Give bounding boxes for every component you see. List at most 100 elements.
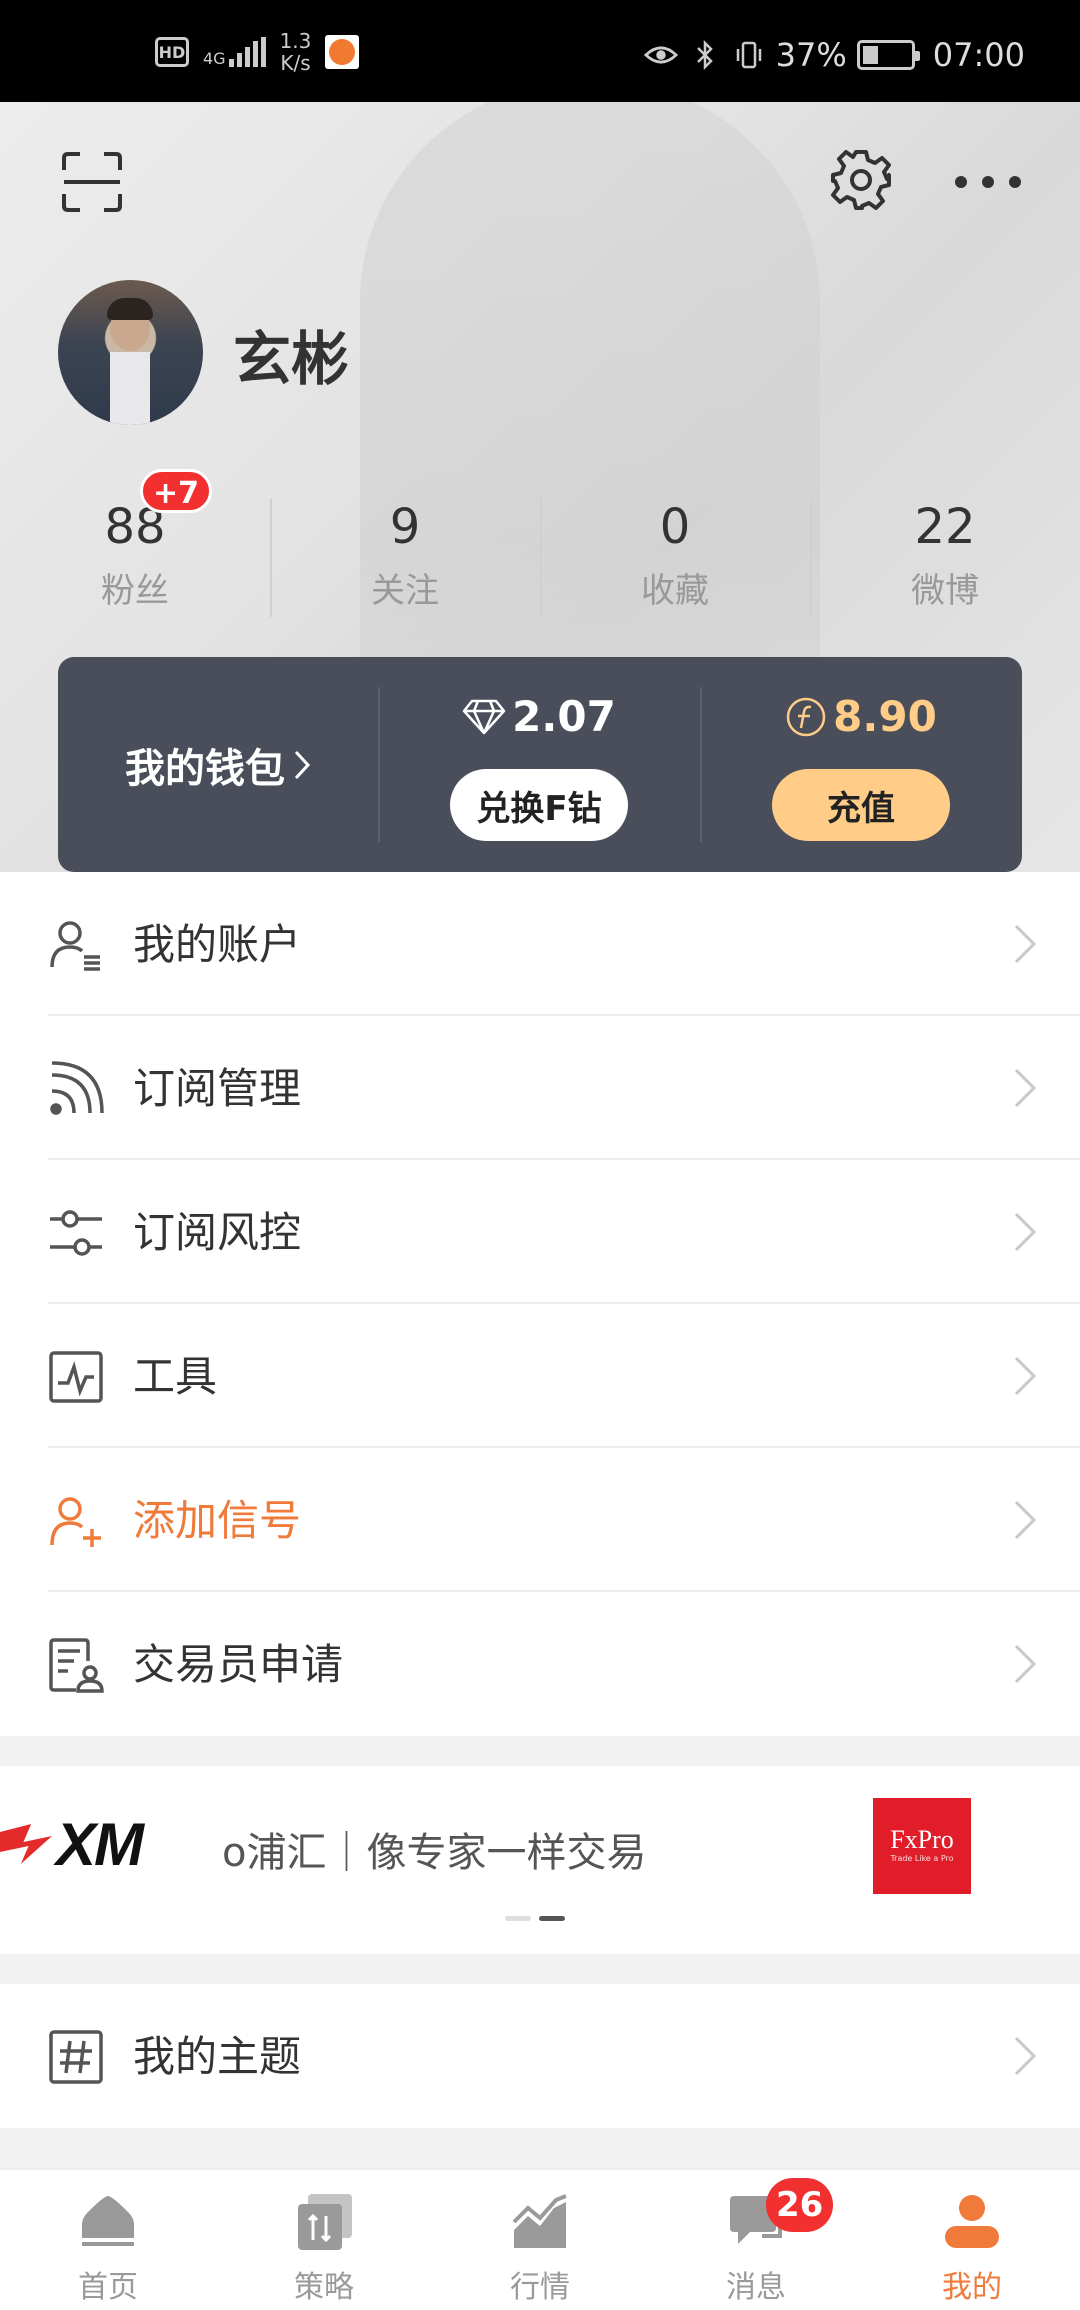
tab-messages[interactable]: 消息 26 [648,2170,864,2310]
tab-label: 首页 [78,2270,138,2305]
tab-strategy[interactable]: 策略 [216,2170,432,2310]
menu-label: 我的主题 [133,2032,302,2081]
rss-icon [50,1061,104,1115]
stat-label: 收藏 [641,571,709,611]
gear-icon [831,150,891,210]
bottom-tab-bar: 首页 策略 行情 消息 26 我的 [0,2168,1080,2310]
wallet-coin: 8.90 充值 [700,657,1022,872]
chevron-right-icon [1014,1356,1037,1396]
home-icon [82,2196,134,2246]
profile-stats: 88 粉丝 +7 9 关注 0 收藏 22 微博 [0,469,1080,622]
tab-profile[interactable]: 我的 [864,2170,1080,2310]
sliders-icon [50,1210,102,1256]
stat-label: 关注 [371,571,439,611]
signal-icon [228,37,266,67]
chevron-right-icon [1014,1500,1037,1540]
menu-item-add-signal[interactable]: 添加信号 [0,1448,1080,1592]
stat-value: 88 [104,499,166,555]
menu-item-risk-control[interactable]: 订阅风控 [0,1160,1080,1304]
wallet-link[interactable]: 我的钱包 [58,657,378,872]
battery-percent: 37% [775,36,847,74]
stat-value: 9 [389,499,421,555]
menu-item-subscription[interactable]: 订阅管理 [0,1016,1080,1160]
tab-label: 行情 [510,2270,570,2305]
exchange-button[interactable]: 兑换F钻 [450,769,628,841]
unread-badge: 26 [766,2178,834,2232]
chevron-right-icon [1014,1068,1037,1108]
new-fans-badge: +7 [140,469,213,513]
profile-icon [945,2195,999,2248]
status-bar: HD 4G 1.3 K/s 37% 07:00 [0,0,1080,102]
bluetooth-icon [688,39,722,71]
coin-balance: 8.90 [700,692,1022,741]
account-icon [50,921,100,971]
menu-item-trader-apply[interactable]: 交易员申请 [0,1592,1080,1736]
fxpro-logo: FxPro Trade Like a Pro [873,1798,971,1894]
hd-icon: HD [155,37,189,67]
status-right: 37% 07:00 [643,36,1025,74]
tab-label: 策略 [294,2270,354,2305]
hashtag-icon [49,2030,103,2084]
chart-tool-icon [49,1351,103,1403]
chevron-right-icon [1014,2036,1037,2076]
menu-item-account[interactable]: 我的账户 [0,872,1080,1016]
wallet-card: 我的钱包 2.07 兑换F钻 8.90 充值 [58,657,1022,872]
section-divider [0,1736,1080,1766]
menu-list: 我的账户 订阅管理 订阅风控 工具 添加信号 交易员申请 [0,872,1080,1736]
recharge-button[interactable]: 充值 [772,769,950,841]
stat-label: 粉丝 [101,571,169,611]
stat-favorites[interactable]: 0 收藏 [540,487,810,622]
stat-label: 微博 [911,571,979,611]
menu-label: 订阅风控 [133,1208,302,1257]
net-speed-unit: K/s [280,51,311,75]
clock: 07:00 [932,36,1025,74]
stat-fans[interactable]: 88 粉丝 +7 [0,469,270,622]
stat-value: 22 [914,499,976,555]
ad-banner[interactable]: XM o浦汇｜像专家一样交易 FxPro Trade Like a Pro [0,1766,1080,1954]
tab-home[interactable]: 首页 [0,2170,216,2310]
coin-value: 8.90 [833,692,937,741]
menu-item-my-topics[interactable]: 我的主题 [0,1984,1080,2128]
banner-text: o浦汇｜像专家一样交易 [222,1830,647,1876]
app-notification-icon [325,35,360,69]
scan-button[interactable] [60,150,124,214]
network-indicator: 4G [203,37,266,67]
xm-logo: XM [0,1811,144,1878]
vibrate-icon [732,40,766,70]
diamond-value: 2.07 [512,692,616,741]
stat-value: 0 [659,499,691,555]
chevron-right-icon [1014,1212,1037,1252]
stat-posts[interactable]: 22 微博 [810,487,1080,622]
strategy-icon [298,2194,352,2250]
diamond-balance: 2.07 [378,692,700,741]
trader-apply-icon [49,1638,104,1693]
fxpro-logo-text: FxPro [890,1825,954,1854]
tab-market[interactable]: 行情 [432,2170,648,2310]
wallet-diamond: 2.07 兑换F钻 [378,657,700,872]
more-button[interactable] [950,157,1026,207]
add-user-icon [50,1497,101,1547]
xm-logo-text: XM [56,1810,144,1878]
menu-item-tools[interactable]: 工具 [0,1304,1080,1448]
diamond-icon [462,699,506,734]
menu-list-secondary: 我的主题 [0,1984,1080,2128]
chevron-right-icon [294,750,311,779]
settings-button[interactable] [828,147,894,213]
menu-label: 添加信号 [133,1496,302,1545]
status-left: HD 4G 1.3 K/s [155,29,360,75]
tab-label: 我的 [942,2270,1002,2305]
wallet-title: 我的钱包 [125,745,285,792]
carousel-indicator [505,1916,565,1921]
avatar[interactable] [58,280,203,425]
coin-icon [786,697,826,736]
username[interactable]: 玄彬 [233,312,349,396]
stat-following[interactable]: 9 关注 [270,487,540,622]
section-divider [0,2128,1080,2168]
menu-label: 工具 [133,1352,218,1401]
more-icon [955,176,1021,188]
menu-label: 交易员申请 [133,1640,344,1689]
menu-label: 订阅管理 [133,1064,302,1113]
net-speed-value: 1.3 [279,29,312,53]
network-type: 4G [203,49,226,68]
eye-comfort-icon [643,40,678,70]
